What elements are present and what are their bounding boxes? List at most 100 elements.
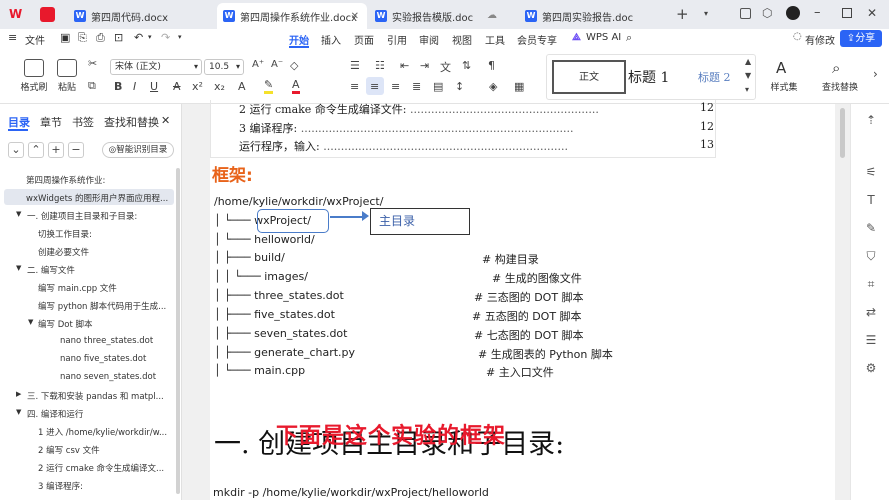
hamburger-icon[interactable]: ≡ [8, 31, 17, 44]
new-tab-icon[interactable]: + [676, 5, 689, 23]
cut-icon[interactable]: ✂ [88, 57, 97, 70]
menu-insert-tab[interactable]: 插入 [321, 32, 341, 47]
menu-tools-tab[interactable]: 工具 [485, 32, 505, 47]
ribbon-scroll-right-icon[interactable]: › [873, 67, 878, 81]
styles-expand-icon[interactable]: ▾ [745, 85, 749, 94]
toc-item[interactable]: 二. 编写文件 [27, 264, 75, 276]
export-pdf-icon[interactable]: ⎘ [78, 31, 87, 45]
toc-item[interactable]: 第四周操作系统作业: [26, 174, 105, 186]
chevron-down-icon[interactable]: ▼ [16, 408, 21, 416]
format-painter-button[interactable]: 格式刷 [18, 59, 50, 93]
toc-item[interactable]: nano five_states.dot [60, 354, 146, 364]
layers-icon[interactable]: ☰ [863, 332, 879, 348]
toc-item[interactable]: nano three_states.dot [60, 336, 153, 346]
sidebar-tab-bookmarks[interactable]: 书签 [72, 114, 94, 130]
remove-toc-item-button[interactable]: − [68, 142, 84, 158]
menu-file[interactable]: 文件 [25, 32, 45, 47]
style-set-button[interactable]: A 样式集 [766, 59, 802, 93]
redo-icon[interactable]: ↷ [161, 31, 170, 44]
strikethrough-icon[interactable]: A [173, 80, 181, 93]
shading-icon[interactable]: ◈ [489, 80, 497, 93]
sliders-icon[interactable]: ⚟ [863, 164, 879, 180]
avatar[interactable] [786, 6, 800, 20]
text-icon[interactable]: T [863, 192, 879, 208]
changes-label[interactable]: 有修改 [805, 32, 835, 47]
menu-wps-ai[interactable]: WPS AI [586, 32, 621, 43]
indent-decrease-icon[interactable]: ⇤ [400, 59, 409, 72]
italic-icon[interactable]: I [133, 80, 136, 93]
toc-item[interactable]: 2 运行 cmake 命令生成编译文... [38, 462, 164, 474]
justify-icon[interactable]: ≣ [412, 80, 421, 93]
toc-item[interactable]: 1 进入 /home/kylie/workdir/w... [38, 426, 167, 438]
sort-icon[interactable]: ⇅ [462, 59, 471, 72]
sidebar-tab-find-replace[interactable]: 查找和替换 [104, 114, 159, 130]
styles-scroll-down-icon[interactable]: ▼ [745, 71, 751, 80]
subscript-icon[interactable]: x₂ [214, 80, 225, 93]
undo-icon[interactable]: ↶ [134, 31, 143, 44]
menu-review-tab[interactable]: 审阅 [419, 32, 439, 47]
toc-item[interactable]: 编写 main.cpp 文件 [38, 282, 117, 294]
numbering-icon[interactable]: ☷ [375, 59, 385, 72]
chevron-right-icon[interactable]: ▶ [16, 390, 21, 398]
translate-icon[interactable]: ⇄ [863, 304, 879, 320]
superscript-icon[interactable]: x² [192, 80, 203, 93]
clear-format-icon[interactable]: ◇ [290, 59, 298, 72]
toc-item[interactable]: 四. 编译和运行 [27, 408, 83, 420]
smart-toc-button[interactable]: ◎智能识别目录 [102, 142, 174, 158]
wps-logo-icon[interactable]: W [9, 7, 25, 21]
toc-item[interactable]: 三. 下载和安装 pandas 和 matpl... [27, 390, 164, 402]
save-icon[interactable]: ▣ [60, 31, 70, 44]
underline-icon[interactable]: U [150, 80, 158, 93]
distribute-icon[interactable]: ▤ [433, 80, 443, 93]
minimize-icon[interactable]: – [814, 5, 821, 20]
toc-item[interactable]: wxWidgets 的图形用户界面应用程... [26, 192, 168, 204]
find-replace-button[interactable]: ⌕ 查找替换 [818, 59, 862, 93]
toc-item[interactable]: 编写 python 脚本代码用于生成... [38, 300, 166, 312]
align-right-icon[interactable]: ≡ [391, 80, 400, 93]
toc-item[interactable]: 创建必要文件 [38, 246, 89, 258]
menu-reference-tab[interactable]: 引用 [387, 32, 407, 47]
toc-item[interactable]: 编写 Dot 脚本 [38, 318, 92, 330]
menu-page-tab[interactable]: 页面 [354, 32, 374, 47]
print-preview-icon[interactable]: ⊡ [114, 31, 123, 44]
collapse-all-button[interactable]: ⌄ [8, 142, 24, 158]
tab-doc-1[interactable]: W 第四周代码.docx [68, 3, 216, 29]
toc-item[interactable]: nano seven_states.dot [60, 372, 156, 382]
font-grow-icon[interactable]: A⁺ [252, 59, 264, 70]
print-icon[interactable]: ⎙ [96, 31, 105, 45]
chevron-down-icon[interactable]: ▾ [704, 9, 708, 18]
sidebar-scrollbar[interactable] [176, 168, 180, 494]
wps-ai-icon[interactable]: ⟁ [572, 32, 581, 43]
pen-icon[interactable]: ✎ [863, 220, 879, 236]
add-toc-item-button[interactable]: + [48, 142, 64, 158]
toc-item[interactable]: 切换工作目录: [38, 228, 92, 240]
bold-icon[interactable]: B [114, 80, 122, 93]
more-icon[interactable]: ▾ [178, 33, 182, 41]
style-heading-1[interactable]: 标题 1 [628, 67, 669, 87]
comment-icon[interactable]: ◌ [793, 31, 802, 42]
font-size-select[interactable]: 10.5 ▾ [204, 59, 244, 75]
share-button[interactable]: ⇪分享 [840, 30, 882, 47]
tab-doc-2-active[interactable]: W 第四周操作系统作业.docx ✕ [217, 3, 367, 29]
menu-home-tab[interactable]: 开始 [289, 32, 309, 47]
pdf-app-icon[interactable] [40, 7, 55, 22]
copy-icon[interactable]: ⧉ [88, 79, 96, 93]
tab-doc-4[interactable]: W 第四周实验报告.doc [519, 3, 667, 29]
line-spacing-icon[interactable]: ↕ [455, 80, 464, 93]
bullets-icon[interactable]: ☰ [350, 59, 360, 72]
chevron-down-icon[interactable]: ▼ [16, 210, 21, 218]
settings-icon[interactable]: ⚙ [863, 360, 879, 376]
search-icon[interactable]: ⌕ [626, 31, 632, 45]
toc-item[interactable]: 3 编译程序: [38, 480, 83, 492]
styles-scroll-up-icon[interactable]: ▲ [745, 57, 751, 66]
chevron-down-icon[interactable]: ▼ [28, 318, 33, 326]
font-color-icon[interactable]: A [292, 78, 300, 94]
indent-increase-icon[interactable]: ⇥ [420, 59, 429, 72]
window-restore-icon[interactable] [740, 8, 751, 19]
cube-icon[interactable]: ⬡ [762, 6, 772, 20]
chinese-layout-icon[interactable]: 文 [440, 59, 451, 75]
document-page[interactable]: 2 运行 cmake 命令生成编译文件: ...................… [210, 100, 835, 500]
align-left-icon[interactable]: ≡ [350, 80, 359, 93]
close-icon[interactable]: ✕ [351, 11, 359, 22]
align-center-icon[interactable]: ≡ [370, 80, 379, 93]
